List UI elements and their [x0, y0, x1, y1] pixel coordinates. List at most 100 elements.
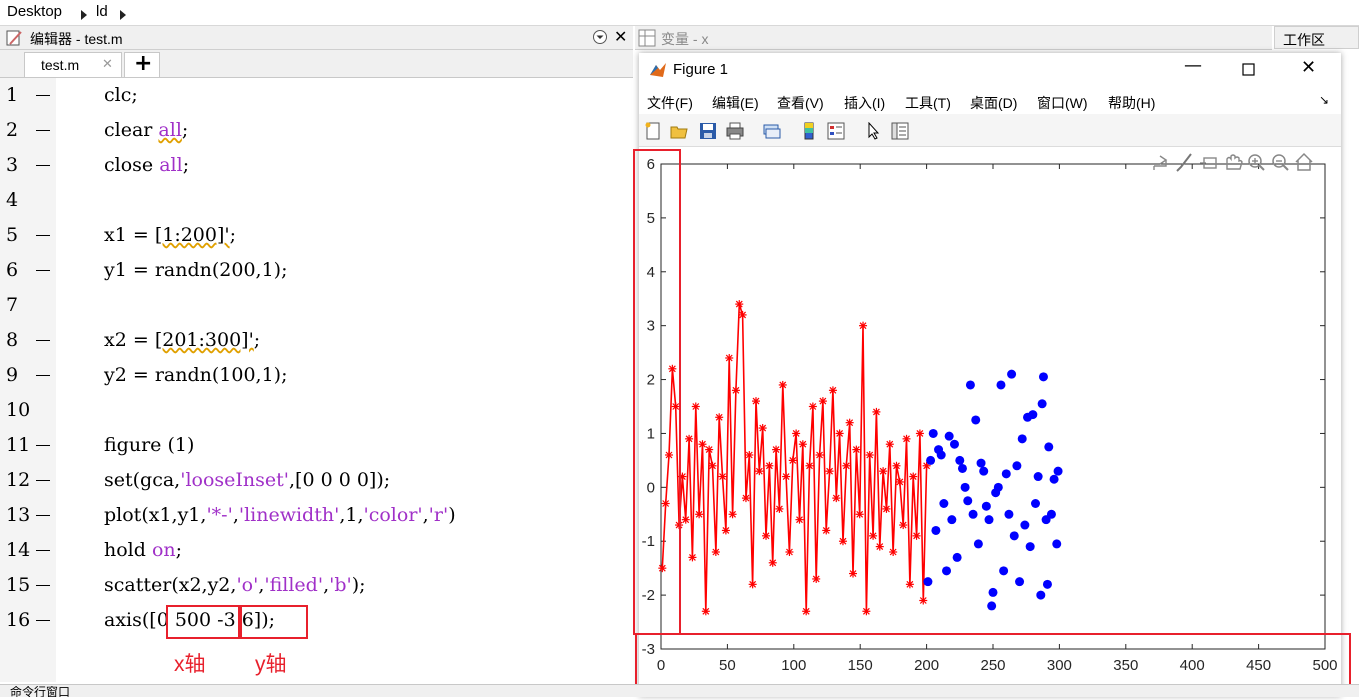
breadcrumb-item-desktop[interactable]: Desktop: [7, 3, 62, 20]
line-marker: [862, 607, 871, 616]
colorbar-icon[interactable]: [800, 122, 818, 140]
scatter-point: [1001, 469, 1011, 479]
menu-file[interactable]: 文件(F): [647, 93, 693, 113]
line-marker: [681, 515, 690, 524]
tab-test-m[interactable]: test.m ✕: [24, 52, 122, 77]
line-marker: [792, 429, 801, 438]
new-figure-icon[interactable]: [644, 122, 662, 140]
scatter-point: [988, 587, 998, 597]
scatter-point: [1009, 531, 1019, 541]
menu-edit[interactable]: 编辑(E): [712, 93, 759, 113]
variables-panel-title[interactable]: 变量 - x: [661, 29, 708, 49]
scatter-point: [1036, 590, 1046, 600]
menu-help[interactable]: 帮助(H): [1108, 93, 1155, 113]
menu-tools[interactable]: 工具(T): [905, 93, 951, 113]
scatter-point: [1017, 434, 1027, 444]
pointer-icon[interactable]: [865, 122, 883, 140]
menu-desktop[interactable]: 桌面(D): [970, 93, 1017, 113]
code-editor[interactable]: clc; clear all; close all; x1 = [1:200]'…: [56, 78, 633, 682]
line-number: 16: [0, 603, 56, 638]
scatter-point: [931, 525, 941, 535]
close-icon[interactable]: ✕: [614, 27, 627, 46]
code-line[interactable]: clear all;: [104, 113, 188, 148]
open-icon[interactable]: [670, 122, 688, 140]
scatter-point: [1042, 579, 1052, 589]
figure-title-bar[interactable]: Figure 1 — ✕: [639, 53, 1341, 87]
line-marker: [745, 451, 754, 459]
scatter-point: [1049, 474, 1059, 484]
line-number-gutter: 1 2 3 4 5 6 7 8 9 10 11 12 13 14 15 16: [0, 78, 56, 682]
command-window-header[interactable]: 命令行窗口: [0, 684, 1359, 697]
add-tab-label: +: [134, 51, 153, 76]
scatter-point: [1038, 372, 1048, 382]
scatter-point: [993, 482, 1003, 492]
workspace-panel-header[interactable]: 工作区: [1274, 26, 1359, 49]
line-marker: [849, 569, 858, 578]
line-marker: [711, 548, 720, 556]
line-number: 1: [0, 78, 56, 113]
line-number: 7: [6, 294, 19, 316]
editor-tab-strip: test.m ✕ +: [0, 50, 633, 78]
scatter-point: [960, 482, 970, 492]
scatter-point: [981, 501, 991, 511]
code-line[interactable]: hold on;: [104, 533, 182, 568]
figure-canvas[interactable]: 0 50 100 150 200 250 300 350 400 450 500 -3 -2 -1 0 1 2 3…: [639, 147, 1341, 696]
plot-axes[interactable]: 0 50 100 150 200 250 300 350 400 450 500-3-2-10123…: [639, 147, 1341, 696]
scatter-point: [965, 380, 975, 390]
code-line[interactable]: x2 = [201:300]';: [104, 323, 260, 358]
chevron-right-icon[interactable]: [75, 6, 94, 23]
dock-arrow-icon[interactable]: ↘: [1319, 93, 1329, 107]
close-window-button[interactable]: ✕: [1301, 57, 1316, 78]
line-marker: [822, 526, 831, 535]
save-icon[interactable]: [699, 122, 717, 140]
line-marker: [812, 574, 821, 583]
link-icon[interactable]: [763, 122, 781, 140]
workspace-panel-title: 工作区: [1283, 32, 1325, 48]
legend-icon[interactable]: [827, 122, 845, 140]
line-marker: [785, 548, 794, 556]
panel-menu-icon[interactable]: [592, 29, 608, 45]
minimize-button[interactable]: —: [1184, 55, 1202, 76]
line-marker: [795, 515, 804, 524]
figure-window[interactable]: Figure 1 — ✕ 文件(F) 编辑(E) 查看(V) 插入(I) 工具(…: [639, 53, 1341, 696]
menu-insert[interactable]: 插入(I): [844, 93, 885, 113]
line-marker: [855, 510, 864, 519]
code-line[interactable]: plot(x1,y1,'*-','linewidth',1,'color','r…: [104, 498, 456, 533]
line-marker: [899, 521, 908, 530]
chevron-right-icon[interactable]: [114, 6, 133, 23]
add-tab-button[interactable]: +: [124, 51, 160, 77]
line-number: 4: [6, 189, 19, 211]
maximize-button[interactable]: [1242, 63, 1256, 77]
line-marker: [758, 424, 767, 433]
code-line[interactable]: figure (1): [104, 428, 194, 463]
line-number: 5: [0, 218, 56, 253]
code-line[interactable]: clc;: [104, 78, 138, 113]
code-line[interactable]: x1 = [1:200]';: [104, 218, 236, 253]
editor-panel-header: 编辑器 - test.m ✕: [0, 26, 633, 50]
scatter-point: [1053, 466, 1063, 476]
line-marker: [691, 402, 700, 411]
line-marker: [772, 445, 781, 454]
y-range-highlight: [240, 605, 308, 639]
editor-panel-title: 编辑器 - test.m: [30, 31, 123, 47]
scatter-point: [923, 577, 933, 587]
menu-window[interactable]: 窗口(W): [1037, 93, 1088, 113]
line-marker: [718, 472, 727, 481]
code-line[interactable]: y1 = randn(200,1);: [104, 253, 288, 288]
line-marker: [685, 434, 694, 443]
line-marker: [731, 386, 740, 395]
scatter-point: [1028, 410, 1038, 420]
line-number: 11: [0, 428, 56, 463]
code-line[interactable]: set(gca,'looseInset',[0 0 0 0]);: [104, 463, 390, 498]
y-axis-annotation: y轴: [255, 653, 287, 676]
print-icon[interactable]: [726, 122, 744, 140]
menu-view[interactable]: 查看(V): [777, 93, 824, 113]
axes-box: [660, 163, 1326, 650]
code-line[interactable]: scatter(x2,y2,'o','filled','b');: [104, 568, 366, 603]
breadcrumb-item-ld[interactable]: ld: [96, 3, 108, 20]
code-line[interactable]: close all;: [104, 148, 189, 183]
property-editor-icon[interactable]: [891, 122, 909, 140]
close-tab-icon[interactable]: ✕: [102, 57, 113, 72]
code-line[interactable]: y2 = randn(100,1);: [104, 358, 288, 393]
line-marker: [869, 531, 878, 540]
